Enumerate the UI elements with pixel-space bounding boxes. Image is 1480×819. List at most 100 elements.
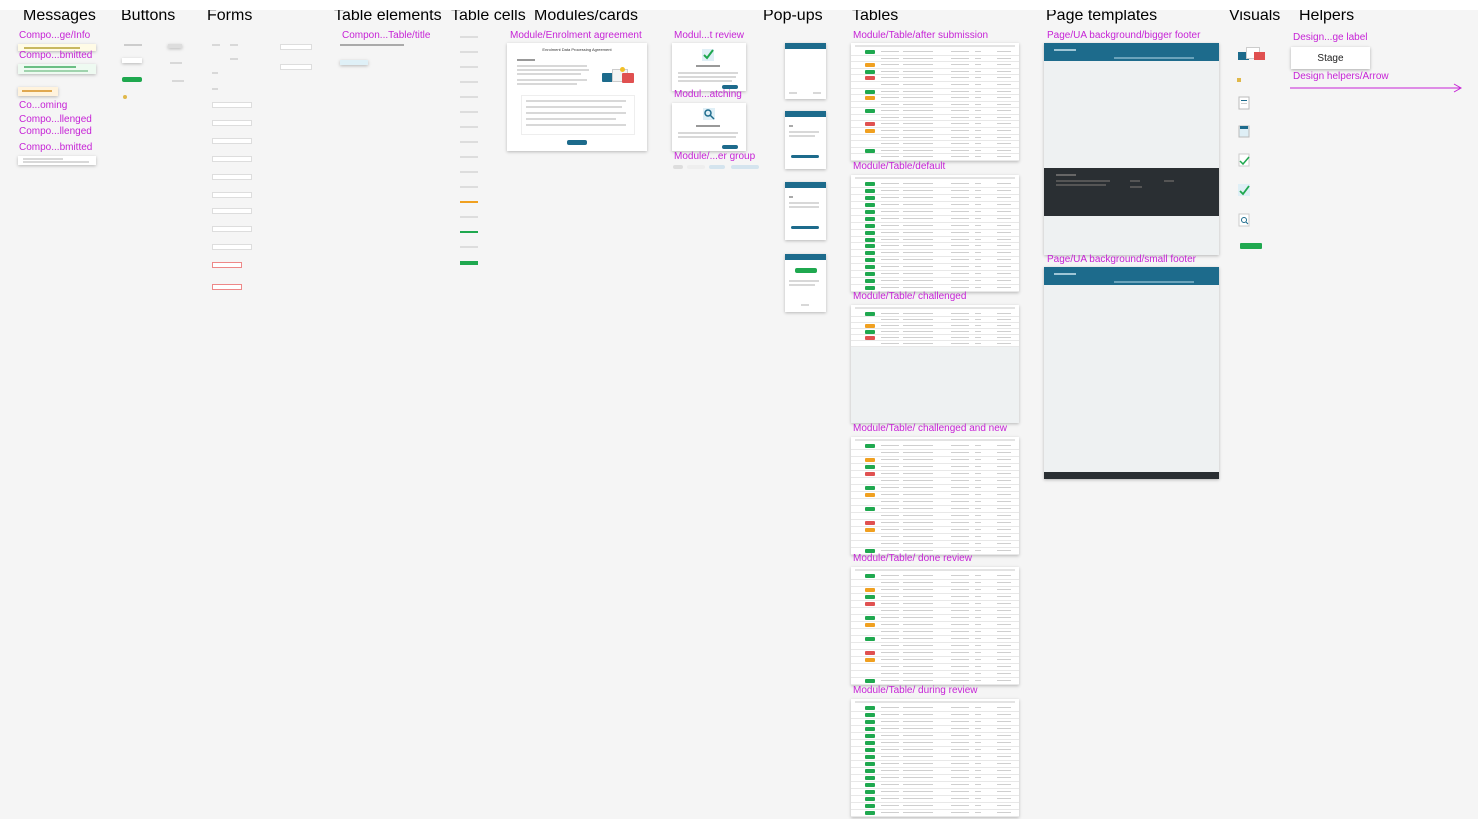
- badge-illustration-icon: [1237, 242, 1263, 250]
- text-field-8[interactable]: [212, 226, 252, 232]
- table-title-text: [340, 44, 404, 46]
- checkbox-small[interactable]: [212, 72, 218, 74]
- dropdown-field[interactable]: [280, 64, 312, 70]
- checkbox-small-2[interactable]: [212, 88, 218, 90]
- section-visuals: Visuals: [1229, 10, 1281, 24]
- message-submitted[interactable]: [18, 64, 96, 74]
- table-cell-sample: [460, 66, 478, 68]
- check-document-icon: [1237, 153, 1251, 167]
- text-field-5[interactable]: [212, 174, 252, 180]
- page-template-bigger-footer[interactable]: [1044, 43, 1219, 255]
- loading-icon: [123, 95, 127, 99]
- table-cell-sample: [460, 186, 478, 188]
- checkbox-option[interactable]: [230, 58, 238, 60]
- frame-label-enrolment[interactable]: Module/Enrolment agreement: [510, 30, 642, 41]
- section-table-cells: Table cells: [451, 10, 526, 24]
- radio-option[interactable]: [212, 44, 220, 46]
- frame-label-bigger-footer[interactable]: Page/UA background/bigger footer: [1047, 30, 1200, 41]
- matching-button[interactable]: [722, 145, 738, 149]
- table-cell-sample: [460, 96, 478, 98]
- text-field-4[interactable]: [212, 156, 252, 162]
- button-ghost[interactable]: [170, 62, 182, 64]
- table-cell-sample: [460, 216, 478, 218]
- button-text-link[interactable]: [124, 44, 142, 46]
- text-field-3[interactable]: [212, 138, 252, 144]
- table-cell-sample: [460, 231, 478, 233]
- text-field-1[interactable]: [212, 102, 252, 108]
- table-challenged-new[interactable]: [851, 437, 1019, 555]
- check-icon: [701, 48, 715, 62]
- filter-group-chips[interactable]: [673, 165, 763, 170]
- upload-icon: [1237, 124, 1251, 138]
- frame-label-table-title[interactable]: Compon...Table/title: [342, 30, 430, 41]
- frame-label-filter-group[interactable]: Module/...er group: [674, 151, 755, 162]
- arrow-right-icon[interactable]: [1290, 80, 1464, 93]
- table-challenged-rows[interactable]: [851, 305, 1019, 347]
- enrolment-accept-button[interactable]: [567, 140, 587, 145]
- cards-illustration-icon: [1236, 44, 1268, 64]
- text-field-9[interactable]: [212, 244, 252, 250]
- text-field-2[interactable]: [212, 120, 252, 126]
- frame-label-table-challenged[interactable]: Module/Table/ challenged: [853, 291, 966, 302]
- frame-label-design-label[interactable]: Design...ge label: [1293, 32, 1368, 43]
- check-large-icon: [1237, 183, 1251, 197]
- popup-1[interactable]: [785, 43, 826, 99]
- table-default[interactable]: [851, 175, 1019, 292]
- section-buttons: Buttons: [121, 10, 176, 24]
- frame-label-msg-submitted-2[interactable]: Compo...bmitted: [19, 142, 92, 153]
- table-challenged[interactable]: [851, 305, 1019, 423]
- table-during-review[interactable]: [851, 699, 1019, 817]
- frame-label-table-during-review[interactable]: Module/Table/ during review: [853, 685, 978, 696]
- page-footer-small: [1044, 472, 1219, 479]
- section-tables: Tables: [852, 10, 899, 24]
- section-modules-cards: Modules/cards: [534, 10, 639, 24]
- frame-label-msg-challenged-2[interactable]: Compo...llenged: [19, 126, 92, 137]
- matching-card[interactable]: [672, 103, 746, 151]
- popup-3[interactable]: [785, 182, 826, 240]
- popup-2[interactable]: [785, 111, 826, 169]
- design-canvas[interactable]: Messages Buttons Forms Table elements Ta…: [0, 10, 1478, 819]
- popup-4[interactable]: [785, 254, 826, 312]
- enrolment-illustration: [602, 65, 636, 85]
- button-primary[interactable]: [122, 77, 142, 82]
- table-cell-sample: [460, 141, 478, 143]
- frame-label-table-after-submission[interactable]: Module/Table/after submission: [853, 30, 988, 41]
- enrolment-title: Enrolment Data Processing Agreement: [542, 47, 612, 52]
- message-submitted-2[interactable]: [18, 156, 96, 165]
- enrolment-agreement-card[interactable]: Enrolment Data Processing Agreement: [507, 43, 647, 151]
- button-secondary[interactable]: [122, 58, 142, 63]
- frame-label-table-default[interactable]: Module/Table/default: [853, 161, 945, 172]
- frame-label-msg-submitted[interactable]: Compo...bmitted: [19, 50, 92, 61]
- button-chip[interactable]: [168, 44, 182, 48]
- table-cell-sample: [460, 126, 478, 128]
- frame-label-table-done-review[interactable]: Module/Table/ done review: [853, 553, 972, 564]
- frame-label-small-footer[interactable]: Page/UA background/small footer: [1047, 254, 1196, 265]
- frame-label-msg-incoming[interactable]: Co...oming: [19, 100, 67, 111]
- text-field-error[interactable]: [212, 262, 242, 268]
- section-forms: Forms: [207, 10, 253, 24]
- search-field[interactable]: [280, 44, 312, 50]
- stage-label[interactable]: Stage: [1291, 47, 1370, 69]
- table-cell-sample: [460, 51, 478, 53]
- frame-label-table-challenged-new[interactable]: Module/Table/ challenged and new: [853, 423, 1007, 434]
- table-cell-sample: [460, 261, 478, 265]
- frame-label-msg-info[interactable]: Compo...ge/Info: [19, 30, 90, 41]
- table-cell-sample: [460, 156, 478, 158]
- frame-label-matching[interactable]: Modul...atching: [674, 89, 742, 100]
- table-cell-sample: [460, 111, 478, 113]
- text-field-7[interactable]: [212, 208, 252, 214]
- text-field-error-2[interactable]: [212, 284, 242, 290]
- table-done-review[interactable]: [851, 567, 1019, 685]
- message-warning[interactable]: [18, 87, 58, 96]
- table-cell-sample: [460, 171, 478, 173]
- frame-label-msg-challenged-1[interactable]: Compo...llenged: [19, 114, 92, 125]
- text-field-6[interactable]: [212, 192, 252, 198]
- frame-label-review[interactable]: Modul...t review: [674, 30, 744, 41]
- table-after-submission[interactable]: [851, 43, 1019, 161]
- page-template-small-footer[interactable]: [1044, 267, 1219, 479]
- magnifier-icon: [702, 107, 716, 121]
- table-filter-chip[interactable]: [340, 60, 368, 65]
- button-ghost-2[interactable]: [172, 80, 184, 82]
- review-card[interactable]: [672, 43, 746, 91]
- radio-option-2[interactable]: [230, 44, 238, 46]
